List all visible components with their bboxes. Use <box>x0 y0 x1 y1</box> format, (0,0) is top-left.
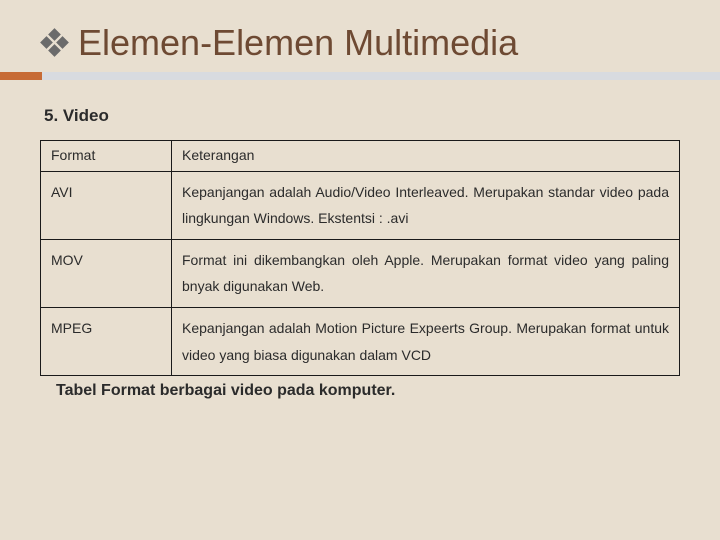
cell-format: MPEG <box>41 307 172 375</box>
slide-content: 5. Video Format Keterangan AVI Kepanjang… <box>0 80 720 400</box>
table-row: MPEG Kepanjangan adalah Motion Picture E… <box>41 307 680 375</box>
accent-bar <box>0 72 720 80</box>
cell-keterangan: Kepanjangan adalah Motion Picture Expeer… <box>172 307 680 375</box>
slide-title-area: Elemen-Elemen Multimedia <box>0 0 720 72</box>
table-row: MOV Format ini dikembangkan oleh Apple. … <box>41 239 680 307</box>
cell-keterangan: Kepanjangan adalah Audio/Video Interleav… <box>172 171 680 239</box>
cell-keterangan: Format ini dikembangkan oleh Apple. Meru… <box>172 239 680 307</box>
video-format-table: Format Keterangan AVI Kepanjangan adalah… <box>40 140 680 376</box>
table-header-row: Format Keterangan <box>41 141 680 172</box>
section-subhead: 5. Video <box>44 106 680 126</box>
table-row: AVI Kepanjangan adalah Audio/Video Inter… <box>41 171 680 239</box>
table-header-format: Format <box>41 141 172 172</box>
table-caption: Tabel Format berbagai video pada kompute… <box>56 382 680 400</box>
cell-format: AVI <box>41 171 172 239</box>
slide-title: Elemen-Elemen Multimedia <box>78 22 518 64</box>
table-header-keterangan: Keterangan <box>172 141 680 172</box>
bullet-diamond-icon <box>44 32 66 54</box>
cell-format: MOV <box>41 239 172 307</box>
